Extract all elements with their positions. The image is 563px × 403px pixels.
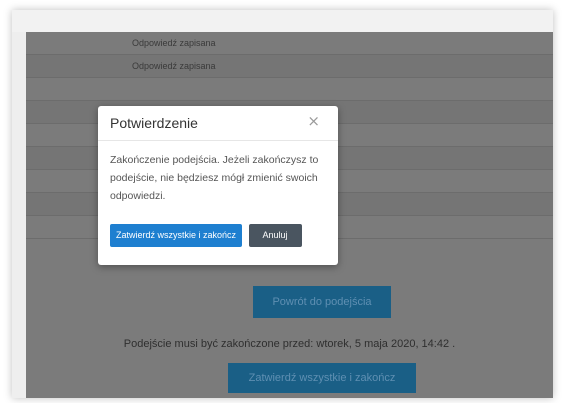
dialog-message: Zakończenie podejścia. Jeżeli zakończysz… bbox=[110, 154, 319, 202]
confirm-submit-all-button[interactable]: Zatwierdź wszystkie i zakończ bbox=[110, 224, 243, 247]
close-icon[interactable]: × bbox=[301, 113, 326, 130]
return-to-attempt-button[interactable]: Powrót do podejścia bbox=[253, 286, 391, 318]
confirmation-dialog: Potwierdzenie × Zakończenie podejścia. J… bbox=[98, 106, 338, 265]
submit-all-and-finish-button[interactable]: Zatwierdź wszystkie i zakończ bbox=[228, 363, 416, 393]
deadline-text: Podejście musi być zakończone przed: wto… bbox=[123, 338, 456, 350]
browser-top-strip bbox=[12, 10, 553, 32]
question-status-row: Odpowiedź zapisana bbox=[26, 55, 553, 78]
dialog-title: Potwierdzenie bbox=[110, 115, 198, 131]
browser-left-strip bbox=[12, 32, 26, 398]
dialog-actions: Zatwierdź wszystkie i zakończ Anuluj bbox=[110, 224, 302, 247]
dialog-header: Potwierdzenie × bbox=[98, 106, 338, 141]
cancel-button[interactable]: Anuluj bbox=[248, 224, 302, 247]
row-status-text: Odpowiedź zapisana bbox=[132, 38, 216, 48]
quiz-summary-page: Odpowiedź zapisana Odpowiedź zapisana Od… bbox=[26, 32, 553, 398]
dialog-body: Zakończenie podejścia. Jeżeli zakończysz… bbox=[98, 141, 338, 205]
question-status-row: Odpowiedź zapisana bbox=[26, 32, 553, 55]
screenshot-frame: Odpowiedź zapisana Odpowiedź zapisana Od… bbox=[12, 10, 553, 398]
question-status-row bbox=[26, 78, 553, 101]
row-status-text: Odpowiedź zapisana bbox=[132, 61, 216, 71]
